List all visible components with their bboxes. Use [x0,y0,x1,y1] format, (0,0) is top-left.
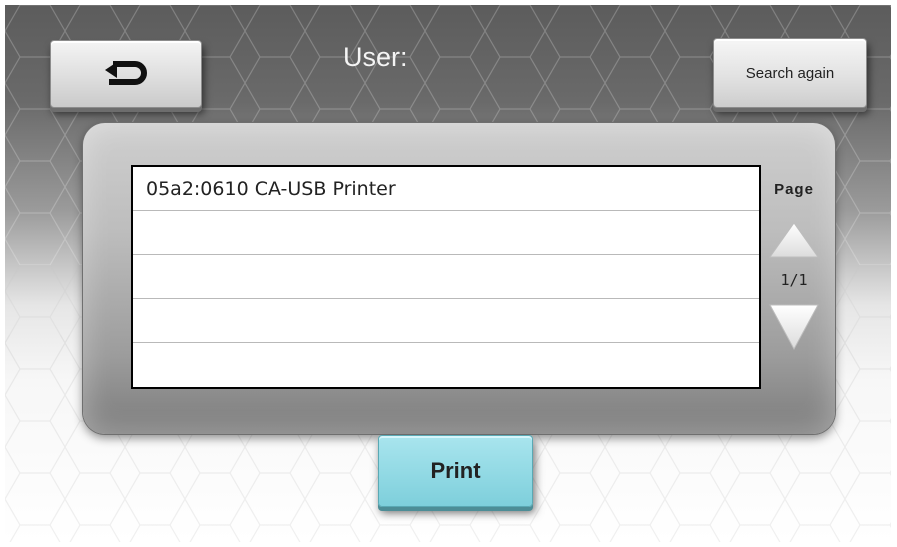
page-label: Page [774,181,814,198]
list-item[interactable] [133,211,759,255]
screen: User: Search again 05a2:0610 CA-USB Prin… [5,5,891,542]
print-button[interactable]: Print [378,435,533,507]
list-item[interactable] [133,343,759,387]
list-item[interactable]: 05a2:0610 CA-USB Printer [133,167,759,211]
device-list: 05a2:0610 CA-USB Printer [131,165,761,389]
triangle-up-icon[interactable] [768,221,820,259]
device-list-panel: 05a2:0610 CA-USB Printer Page 1/1 [83,123,835,434]
list-item[interactable] [133,299,759,343]
page-indicator: 1/1 [780,271,808,289]
list-item[interactable] [133,255,759,299]
search-again-button[interactable]: Search again [713,38,867,108]
triangle-down-icon[interactable] [768,303,820,351]
return-arrow-icon [105,61,147,85]
user-label: User: [343,42,408,72]
back-button[interactable] [50,40,202,108]
